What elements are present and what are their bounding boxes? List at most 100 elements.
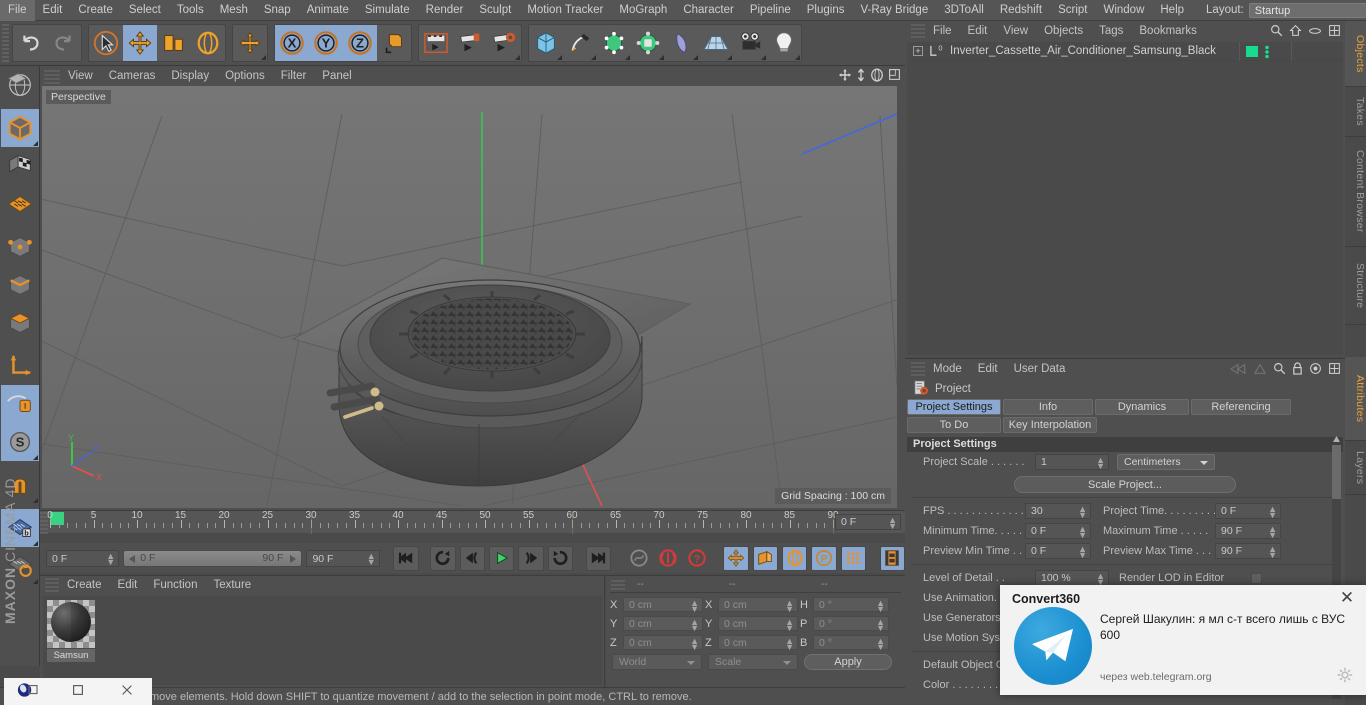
coord-rotation-field[interactable]: 0 ° ▲ ▼: [813, 635, 889, 652]
spinner-icon[interactable]: ▲ ▼: [1268, 525, 1277, 540]
attributes-tab-project-settings[interactable]: Project Settings: [907, 399, 1001, 415]
viewport-menu-cameras[interactable]: Cameras: [101, 70, 164, 82]
spinner-icon[interactable]: ▲ ▼: [1078, 505, 1087, 520]
coord-position-field[interactable]: 0 cm ▲ ▼: [623, 597, 703, 614]
render-region-button[interactable]: [1, 66, 39, 104]
rotate-tool-button[interactable]: [191, 25, 225, 61]
coordinate-mode-dropdown[interactable]: Scale: [708, 653, 798, 670]
attributes-tab-dynamics[interactable]: Dynamics: [1095, 399, 1189, 415]
add-deformer-button[interactable]: [631, 25, 665, 61]
position-key-button[interactable]: [723, 545, 749, 571]
vtab-attributes[interactable]: Attributes: [1345, 357, 1366, 441]
menu-item-file[interactable]: File: [0, 0, 35, 21]
attributes-menu-edit[interactable]: Edit: [970, 363, 1006, 375]
x-axis-toggle[interactable]: X: [275, 25, 309, 61]
timeline-current-frame-field[interactable]: 0 F ▲ ▼: [835, 514, 901, 531]
pla-key-button[interactable]: [840, 545, 867, 571]
object-menu-objects[interactable]: Objects: [1036, 25, 1091, 37]
zoom-view-icon[interactable]: [856, 68, 866, 85]
object-row[interactable]: + 0 Inverter_Cassette_Air_Conditioner_Sa…: [907, 42, 1343, 61]
attributes-tab-to-do[interactable]: To Do: [907, 417, 1001, 433]
previous-frame-button[interactable]: [459, 545, 485, 571]
spinner-icon[interactable]: ▲ ▼: [1268, 545, 1277, 560]
menu-item-create[interactable]: Create: [70, 0, 121, 21]
apply-button[interactable]: Apply: [804, 653, 892, 670]
y-axis-toggle[interactable]: Y: [309, 25, 343, 61]
spinner-icon[interactable]: ▲ ▼: [876, 599, 885, 614]
ellipse-icon[interactable]: [1308, 25, 1322, 40]
menu-item-character[interactable]: Character: [675, 0, 742, 21]
z-axis-toggle[interactable]: Z: [343, 25, 377, 61]
restore-icon[interactable]: [4, 682, 53, 701]
spinner-icon[interactable]: ▲ ▼: [1078, 545, 1087, 560]
coord-rotation-field[interactable]: 0 ° ▲ ▼: [813, 597, 889, 614]
lock-icon[interactable]: [1292, 362, 1303, 378]
viewport-grip[interactable]: [44, 67, 60, 84]
lod-field[interactable]: 100 % ▲ ▼: [1035, 570, 1109, 587]
attribute-field[interactable]: 0 F ▲ ▼: [1215, 503, 1281, 520]
next-icon[interactable]: [1253, 363, 1267, 378]
material-list[interactable]: Samsun: [43, 596, 602, 685]
attribute-field[interactable]: 30 ▲ ▼: [1025, 503, 1091, 520]
spinner-icon[interactable]: ▲ ▼: [888, 516, 897, 531]
search-icon[interactable]: [1270, 24, 1283, 40]
menu-item-mesh[interactable]: Mesh: [212, 0, 256, 21]
scroll-up-arrow-icon[interactable]: [1332, 435, 1341, 444]
close-icon[interactable]: [103, 683, 152, 700]
attribute-field[interactable]: 90 F ▲ ▼: [1215, 523, 1281, 540]
coordinate-system-dropdown[interactable]: World: [612, 653, 702, 670]
undo-button[interactable]: [13, 25, 47, 61]
object-menu-file[interactable]: File: [925, 25, 960, 37]
spinner-icon[interactable]: ▲ ▼: [1078, 525, 1087, 540]
rotation-key-button[interactable]: [782, 545, 808, 571]
model-mode-button[interactable]: [1, 185, 39, 223]
scale-key-button[interactable]: [752, 545, 779, 571]
coord-rotation-field[interactable]: 0 ° ▲ ▼: [813, 616, 889, 633]
material-item[interactable]: Samsun: [47, 600, 95, 662]
menu-item-select[interactable]: Select: [121, 0, 169, 21]
object-layer-column[interactable]: [1239, 42, 1291, 61]
range-left-arrow-icon[interactable]: [129, 554, 136, 563]
notification-toast[interactable]: Convert360 ✕ Сергей Шакулин: я мл с-т вс…: [1000, 585, 1366, 695]
menu-item-window[interactable]: Window: [1095, 0, 1152, 21]
viewport-menu-display[interactable]: Display: [163, 70, 217, 82]
coord-size-field[interactable]: 0 cm ▲ ▼: [718, 616, 798, 633]
close-icon[interactable]: ✕: [1338, 589, 1356, 607]
go-to-start-button[interactable]: [393, 545, 419, 571]
spinner-icon[interactable]: ▲ ▼: [690, 637, 699, 652]
live-selection-button[interactable]: [89, 25, 123, 61]
render-view-button[interactable]: [419, 25, 453, 61]
material-menu-function[interactable]: Function: [145, 579, 205, 591]
project-scale-field[interactable]: 1 ▲ ▼: [1035, 454, 1109, 471]
next-frame-button[interactable]: [518, 545, 544, 571]
world-object-coord-button[interactable]: [377, 25, 411, 61]
coord-position-field[interactable]: 0 cm ▲ ▼: [623, 616, 703, 633]
object-menu-edit[interactable]: Edit: [960, 25, 996, 37]
attributes-grip[interactable]: [911, 362, 925, 376]
render-settings-button[interactable]: [487, 25, 521, 61]
add-cube-button[interactable]: [529, 25, 563, 61]
coord-size-field[interactable]: 0 cm ▲ ▼: [718, 635, 798, 652]
menu-item-sculpt[interactable]: Sculpt: [471, 0, 519, 21]
menu-item-3dtoall[interactable]: 3DToAll: [936, 0, 992, 21]
playback-current-frame-field[interactable]: 0 F ▲ ▼: [46, 549, 120, 567]
loop-button[interactable]: [547, 545, 573, 571]
vtab-takes[interactable]: Takes: [1345, 87, 1366, 137]
play-backwards-loop-button[interactable]: [430, 545, 456, 571]
spinner-icon[interactable]: ▲ ▼: [1268, 505, 1277, 520]
object-menu-bookmarks[interactable]: Bookmarks: [1131, 25, 1205, 37]
menu-item-mograph[interactable]: MoGraph: [611, 0, 675, 21]
play-forward-button[interactable]: [488, 545, 515, 571]
coord-size-field[interactable]: 0 cm ▲ ▼: [718, 597, 798, 614]
vtab-structure[interactable]: Structure: [1345, 247, 1366, 325]
menu-item-plugins[interactable]: Plugins: [799, 0, 853, 21]
attributes-tab-referencing[interactable]: Referencing: [1191, 399, 1291, 415]
spinner-icon[interactable]: ▲ ▼: [785, 618, 794, 633]
redo-button[interactable]: [47, 25, 81, 61]
menu-item-motion-tracker[interactable]: Motion Tracker: [519, 0, 611, 21]
spinner-icon[interactable]: ▲ ▼: [876, 637, 885, 652]
layer-color-swatch[interactable]: [1246, 46, 1258, 57]
maximize-view-icon[interactable]: [888, 68, 901, 85]
material-menu-texture[interactable]: Texture: [205, 579, 259, 591]
fit-icon[interactable]: [1328, 362, 1341, 378]
